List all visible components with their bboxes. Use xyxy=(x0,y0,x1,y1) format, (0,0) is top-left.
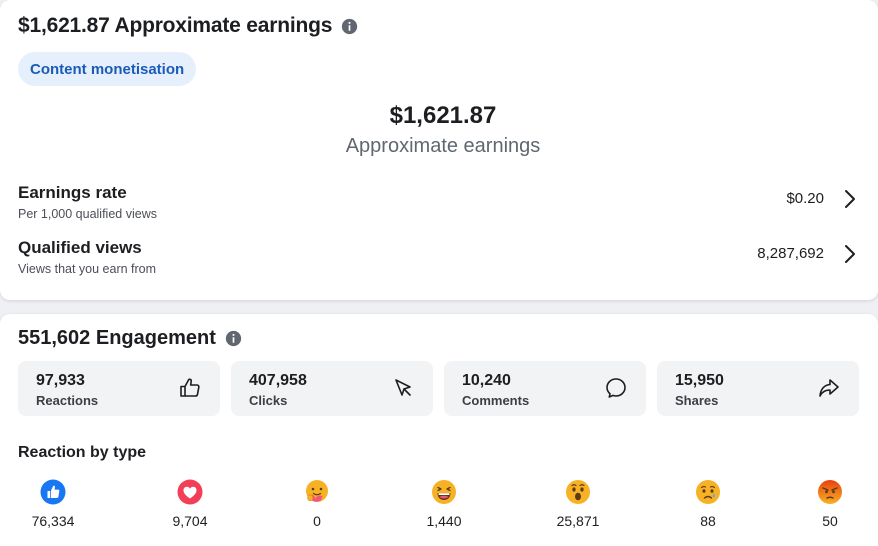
stat-label: Shares xyxy=(675,393,719,408)
earnings-amount-caption: Approximate earnings xyxy=(345,135,541,157)
sad-reaction-icon xyxy=(696,480,720,504)
earnings-header-title: $1,621.87 Approximate earnings xyxy=(18,14,333,37)
reaction-count: 25,871 xyxy=(556,513,600,529)
reaction-love: 9,704 xyxy=(155,479,225,529)
earnings-rate-row[interactable]: Earnings rate Per 1,000 qualified views … xyxy=(18,183,858,229)
share-arrow-icon xyxy=(819,379,839,397)
qualified-views-row[interactable]: Qualified views Views that you earn from… xyxy=(18,238,858,284)
engagement-header: 551,602 Engagement xyxy=(18,327,242,350)
shares-stat-tile[interactable]: 15,950 Shares xyxy=(657,361,859,416)
stat-label: Comments xyxy=(462,393,530,408)
engagement-header-title: 551,602 Engagement xyxy=(18,327,216,349)
reaction-like: 76,334 xyxy=(18,479,88,529)
stat-value: 97,933 xyxy=(36,372,85,389)
qualified-views-description: Views that you earn from xyxy=(18,262,157,276)
stat-label: Clicks xyxy=(249,393,288,408)
reaction-count: 50 xyxy=(822,513,838,529)
info-icon[interactable] xyxy=(341,18,358,35)
earnings-rate-title: Earnings rate xyxy=(18,183,127,202)
reaction-sad: 88 xyxy=(673,479,743,529)
wow-reaction-icon xyxy=(566,480,590,504)
info-icon[interactable] xyxy=(225,330,242,347)
reactions-stat-tile[interactable]: 97,933 Reactions xyxy=(18,361,220,416)
reaction-count: 0 xyxy=(313,513,321,529)
like-reaction-icon xyxy=(40,479,66,505)
qualified-views-title: Qualified views xyxy=(18,238,142,257)
angry-reaction-icon xyxy=(818,480,842,504)
reaction-wow: 25,871 xyxy=(543,479,613,529)
love-reaction-icon xyxy=(177,479,203,505)
cursor-click-icon xyxy=(395,379,411,396)
care-reaction-icon xyxy=(306,480,328,502)
stat-value: 10,240 xyxy=(462,372,511,389)
earnings-amount: $1,621.87 xyxy=(389,102,497,129)
haha-reaction-icon xyxy=(432,480,456,504)
reaction-count: 1,440 xyxy=(426,513,462,529)
clicks-stat-tile[interactable]: 407,958 Clicks xyxy=(231,361,433,416)
earnings-rate-description: Per 1,000 qualified views xyxy=(18,207,157,221)
reaction-angry: 50 xyxy=(795,479,865,529)
thumbs-up-outline-icon xyxy=(180,378,200,397)
content-monetisation-tab[interactable]: Content monetisation xyxy=(18,52,197,86)
earnings-rate-value: $0.20 xyxy=(786,190,824,207)
engagement-card: 551,602 Engagement 97,933 Reactions 407,… xyxy=(0,314,878,546)
stat-label: Reactions xyxy=(36,393,99,408)
stat-value: 407,958 xyxy=(249,372,307,389)
chevron-right-icon[interactable] xyxy=(842,187,858,211)
stat-value: 15,950 xyxy=(675,372,724,389)
qualified-views-value: 8,287,692 xyxy=(757,245,824,262)
reaction-by-type-title: Reaction by type xyxy=(18,444,147,461)
reaction-count: 76,334 xyxy=(31,513,75,529)
earnings-card: $1,621.87 Approximate earnings Content m… xyxy=(0,0,878,300)
reaction-count: 88 xyxy=(700,513,716,529)
comment-bubble-icon xyxy=(606,378,626,398)
comments-stat-tile[interactable]: 10,240 Comments xyxy=(444,361,646,416)
reaction-care: 0 xyxy=(282,479,352,529)
chevron-right-icon[interactable] xyxy=(842,242,858,266)
earnings-header: $1,621.87 Approximate earnings xyxy=(18,14,358,38)
reaction-haha: 1,440 xyxy=(409,479,479,529)
reaction-count: 9,704 xyxy=(172,513,208,529)
